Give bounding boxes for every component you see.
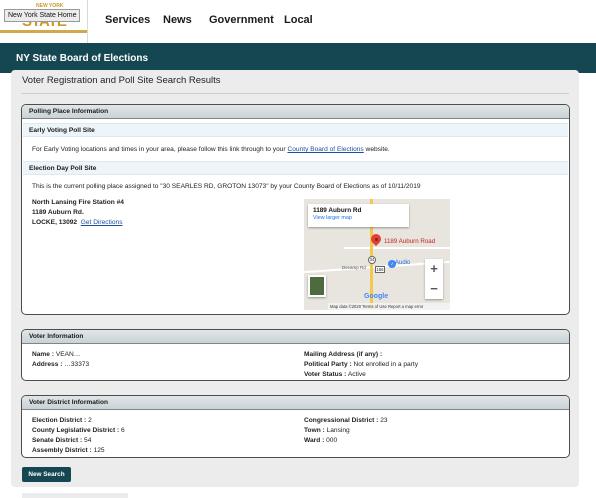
voter-information-header: Voter Information — [22, 330, 569, 344]
poll-site-city-zip: LOCKE, 13092 — [32, 219, 78, 226]
early-voting-text-post: website. — [363, 146, 390, 153]
nav-news[interactable]: News — [163, 14, 192, 26]
senate-district-row: Senate District : 54 — [32, 437, 91, 444]
ward-row: Ward : 000 — [304, 437, 337, 444]
map-road — [344, 247, 450, 249]
nys-logo[interactable]: NEW YORK STATE New York State Home — [0, 0, 88, 43]
map-footer: Map data ©2020 Terms of Use Report a map… — [328, 303, 450, 310]
political-party-label: Political Party : — [304, 361, 352, 368]
voter-address-row: Address : …33373 — [32, 361, 89, 368]
google-logo: Google — [364, 293, 389, 300]
footer-fragment — [22, 493, 128, 498]
voter-address-value: …33373 — [64, 361, 90, 368]
election-day-heading: Election Day Poll Site — [23, 161, 568, 175]
nav-services[interactable]: Services — [105, 14, 150, 26]
agency-title[interactable]: NY State Board of Elections — [16, 53, 148, 64]
results-card: Voter Registration and Poll Site Search … — [11, 70, 579, 487]
get-directions-link[interactable]: Get Directions — [81, 219, 123, 226]
district-value: 23 — [380, 417, 388, 424]
mailing-address-label: Mailing Address (if any) : — [304, 351, 383, 358]
district-label: Town : — [304, 427, 325, 434]
district-value: 125 — [93, 447, 105, 454]
election-day-text: This is the current polling place assign… — [32, 183, 421, 190]
page-title: Voter Registration and Poll Site Search … — [22, 75, 221, 86]
route-shield-icon: 156 — [375, 266, 385, 273]
polling-place-panel: Polling Place Information Early Voting P… — [21, 104, 570, 315]
title-divider — [21, 93, 569, 94]
election-district-row: Election District : 2 — [32, 417, 92, 424]
agency-banner: NY State Board of Elections — [0, 43, 596, 73]
district-value: 6 — [121, 427, 125, 434]
route-shield-icon: 34 — [368, 256, 376, 264]
voter-status-label: Voter Status : — [304, 371, 347, 378]
district-label: Assembly District : — [32, 447, 92, 454]
voter-status-row: Voter Status : Active — [304, 371, 366, 378]
zoom-in-button[interactable]: + — [425, 259, 443, 279]
map-info-box: 1189 Auburn Rd View larger map — [308, 204, 409, 227]
district-label: Election District : — [32, 417, 87, 424]
political-party-row: Political Party : Not enrolled in a part… — [304, 361, 418, 368]
county-legislative-district-row: County Legislative District : 6 — [32, 427, 125, 434]
voter-district-panel: Voter District Information Election Dist… — [21, 395, 570, 458]
poll-site-name: North Lansing Fire Station #4 — [32, 199, 124, 206]
nav-local[interactable]: Local — [284, 14, 313, 26]
map-pin-label: 1189 Auburn Road — [384, 238, 436, 245]
satellite-toggle-button[interactable] — [308, 275, 326, 297]
poll-site-address-line2: LOCKE, 13092 Get Directions — [32, 219, 123, 226]
map-zoom-control: + − — [425, 259, 443, 299]
logo-tooltip: New York State Home — [4, 9, 81, 22]
voter-name-value: VEAN… — [55, 351, 81, 358]
district-label: Senate District : — [32, 437, 83, 444]
early-voting-heading: Early Voting Poll Site — [23, 123, 568, 137]
view-larger-map-link[interactable]: View larger map — [313, 215, 404, 221]
district-value: 54 — [84, 437, 92, 444]
map-poi-label: Audio — [395, 260, 411, 266]
county-board-link[interactable]: County Board of Elections — [287, 146, 363, 153]
early-voting-text-pre: For Early Voting locations and times in … — [32, 146, 288, 153]
district-value: 2 — [88, 417, 92, 424]
voter-name-label: Name : — [32, 351, 54, 358]
assembly-district-row: Assembly District : 125 — [32, 447, 105, 454]
map-road-label: Decamp Rd — [342, 265, 366, 270]
polling-place-header: Polling Place Information — [22, 105, 569, 119]
zoom-out-button[interactable]: − — [425, 279, 443, 299]
early-voting-text: For Early Voting locations and times in … — [32, 146, 390, 153]
map-pin-dot — [375, 238, 378, 241]
top-navigation: NEW YORK STATE New York State Home Servi… — [0, 0, 596, 43]
new-search-button[interactable]: New Search — [22, 467, 71, 482]
poll-site-map[interactable]: 1189 Auburn Rd View larger map 1189 Aubu… — [304, 199, 450, 310]
voter-status-value: Active — [347, 371, 366, 378]
voter-information-panel: Voter Information Name : VEAN… Address :… — [21, 329, 570, 381]
map-info-title: 1189 Auburn Rd — [313, 207, 362, 214]
congressional-district-row: Congressional District : 23 — [304, 417, 388, 424]
political-party-value: Not enrolled in a party — [353, 361, 418, 368]
district-label: Congressional District : — [304, 417, 379, 424]
poll-site-address-line1: 1189 Auburn Rd. — [32, 209, 84, 216]
district-value: 000 — [326, 437, 338, 444]
district-value: Lansing — [326, 427, 350, 434]
logo-underline — [0, 30, 87, 33]
district-label: County Legislative District : — [32, 427, 120, 434]
voter-name-row: Name : VEAN… — [32, 351, 80, 358]
voter-address-label: Address : — [32, 361, 63, 368]
town-row: Town : Lansing — [304, 427, 350, 434]
nav-government[interactable]: Government — [209, 14, 274, 26]
voter-district-header: Voter District Information — [22, 396, 569, 410]
district-label: Ward : — [304, 437, 325, 444]
